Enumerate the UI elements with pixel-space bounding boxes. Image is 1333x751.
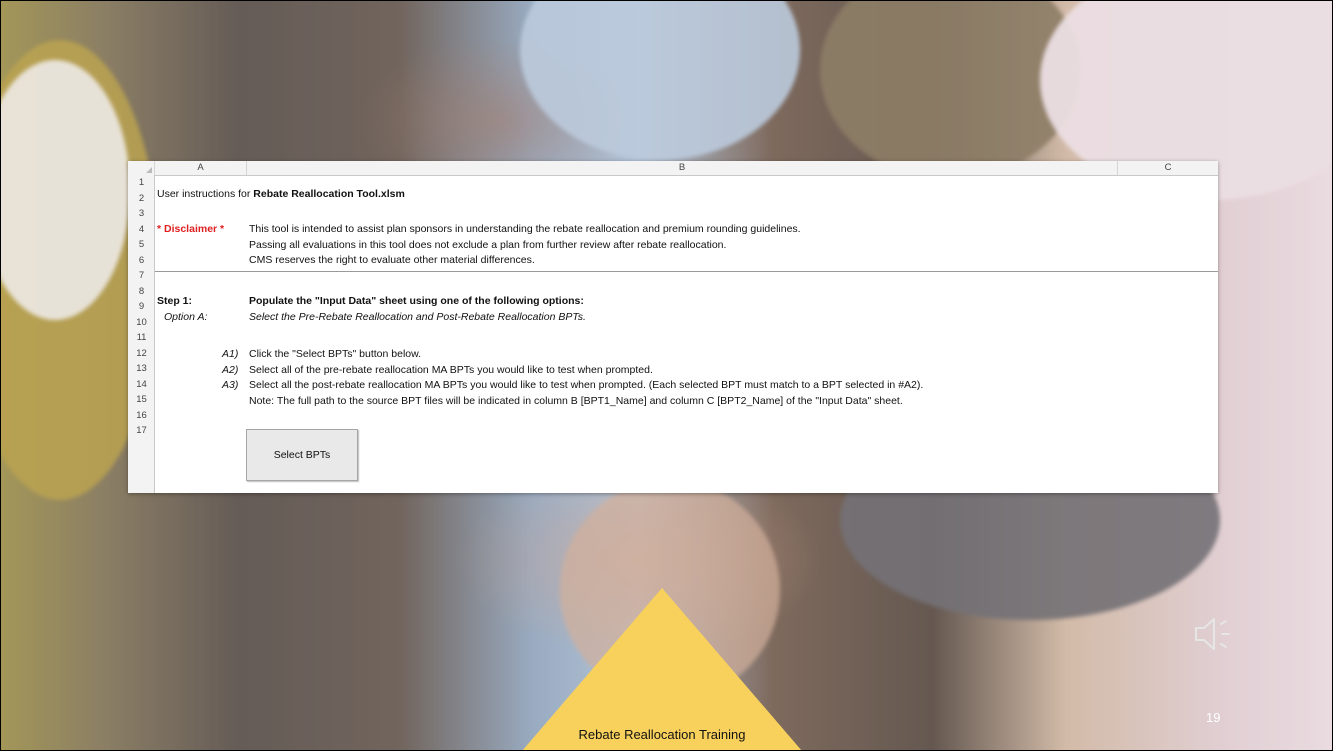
a1-text[interactable]: Click the "Select BPTs" button below. [249,347,421,363]
select-bpts-button[interactable]: Select BPTs [246,429,358,481]
row-header-bar: 1 2 3 4 5 6 7 8 9 10 11 12 13 14 15 16 1… [128,175,155,493]
row-header-17[interactable]: 17 [128,423,155,439]
disclaimer-line-1[interactable]: This tool is intended to assist plan spo… [249,222,801,238]
title-filename: Rebate Reallocation Tool.xlsm [253,188,405,200]
row-header-1[interactable]: 1 [128,175,155,191]
row-header-6[interactable]: 6 [128,253,155,269]
row-header-5[interactable]: 5 [128,237,155,253]
disclaimer-line-3[interactable]: CMS reserves the right to evaluate other… [249,253,535,269]
row-header-13[interactable]: 13 [128,361,155,377]
a2-text[interactable]: Select all of the pre-rebate reallocatio… [249,363,653,379]
title-prefix: User instructions for [157,188,254,200]
row-header-9[interactable]: 9 [128,299,155,315]
a3-label[interactable]: A3) [222,378,238,394]
footer-title: Rebate Reallocation Training [578,727,746,742]
page-number: 19 [1206,710,1221,725]
column-header-b[interactable]: B [247,161,1118,175]
row-header-8[interactable]: 8 [128,284,155,300]
row-header-10[interactable]: 10 [128,315,155,331]
spreadsheet-screenshot: A B C 1 2 3 4 5 6 7 8 9 10 11 12 13 14 1… [128,161,1218,493]
a2-label[interactable]: A2) [222,363,238,379]
section-divider [155,271,1218,272]
row-header-16[interactable]: 16 [128,408,155,424]
note-text[interactable]: Note: The full path to the source BPT fi… [249,394,903,410]
a1-label[interactable]: A1) [222,347,238,363]
disclaimer-label[interactable]: * Disclaimer * [157,222,224,238]
a3-text[interactable]: Select all the post-rebate reallocation … [249,378,923,394]
row-header-14[interactable]: 14 [128,377,155,393]
option-a-text[interactable]: Select the Pre-Rebate Reallocation and P… [249,310,586,326]
row-header-7[interactable]: 7 [128,268,155,284]
option-a-label[interactable]: Option A: [164,310,207,326]
column-header-c[interactable]: C [1118,161,1218,175]
row-header-15[interactable]: 15 [128,392,155,408]
row-header-12[interactable]: 12 [128,346,155,362]
column-header-a[interactable]: A [155,161,247,175]
row-header-11[interactable]: 11 [128,330,155,346]
row-header-3[interactable]: 3 [128,206,155,222]
step1-text[interactable]: Populate the "Input Data" sheet using on… [249,294,584,310]
step1-label[interactable]: Step 1: [157,294,192,310]
disclaimer-line-2[interactable]: Passing all evaluations in this tool doe… [249,238,726,254]
column-header-bar: A B C [128,161,1218,176]
slide: A B C 1 2 3 4 5 6 7 8 9 10 11 12 13 14 1… [0,0,1333,751]
row-header-4[interactable]: 4 [128,222,155,238]
row-header-2[interactable]: 2 [128,191,155,207]
select-all-corner[interactable] [128,161,155,175]
cell-a1-title[interactable]: User instructions for Rebate Reallocatio… [157,187,405,203]
speaker-icon[interactable] [1193,614,1239,654]
